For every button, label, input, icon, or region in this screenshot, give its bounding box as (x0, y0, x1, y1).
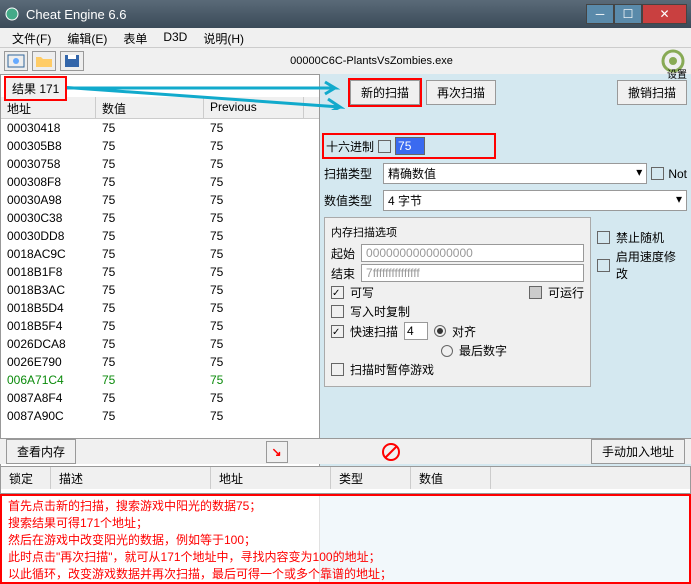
bottom-toolbar: 查看内存 ↘ 手动加入地址 (0, 438, 691, 464)
undo-scan-button[interactable]: 撤销扫描 (617, 80, 687, 105)
cow-checkbox[interactable] (331, 305, 344, 318)
col-addr2[interactable]: 地址 (211, 467, 331, 489)
results-count: 结果 171 (4, 76, 67, 101)
table-row[interactable]: 0018B1F87575 (1, 263, 319, 281)
table-row[interactable]: 000307587575 (1, 155, 319, 173)
save-button[interactable] (60, 51, 84, 71)
pause-label: 扫描时暂停游戏 (350, 361, 434, 378)
table-row[interactable]: 0018B5D47575 (1, 299, 319, 317)
end-label: 结束 (331, 265, 355, 282)
fastscan-checkbox[interactable] (331, 325, 344, 338)
table-row[interactable]: 00030C387575 (1, 209, 319, 227)
norandom-checkbox[interactable] (597, 231, 610, 244)
menu-edit[interactable]: 编辑(E) (59, 28, 115, 47)
norandom-label: 禁止随机 (616, 229, 664, 246)
col-lock[interactable]: 锁定 (1, 467, 51, 489)
table-row[interactable]: 000304187575 (1, 119, 319, 137)
window-title: Cheat Engine 6.6 (26, 7, 586, 22)
scan-value-input[interactable] (395, 137, 425, 155)
open-process-button[interactable] (4, 51, 28, 71)
toolbar: 00000C6C-PlantsVsZombies.exe (0, 48, 691, 74)
annotation-arrow-2 (60, 85, 345, 110)
close-button[interactable]: ✕ (642, 4, 687, 24)
menu-help[interactable]: 说明(H) (195, 28, 252, 47)
executable-label: 可运行 (548, 284, 584, 301)
writable-label: 可写 (350, 284, 374, 301)
col-value2[interactable]: 数值 (411, 467, 491, 489)
memory-scan-options: 内存扫描选项 起始 结束 可写 可运行 写入时复制 快速扫描 对齐 最后数字 扫… (324, 217, 591, 387)
executable-checkbox[interactable] (529, 286, 542, 299)
table-row[interactable]: 000308F87575 (1, 173, 319, 191)
chevron-down-icon: ▾ (636, 165, 642, 182)
pause-checkbox[interactable] (331, 363, 344, 376)
align-radio[interactable] (434, 325, 446, 337)
app-icon (4, 6, 20, 22)
speedhack-label: 启用速度修改 (616, 248, 687, 282)
titlebar: Cheat Engine 6.6 ─ ☐ ✕ (0, 0, 691, 28)
annotation-text: 首先点击新的扫描，搜索游戏中阳光的数据75； 搜索结果可得171个地址； 然后在… (0, 494, 691, 584)
add-address-icon[interactable]: ↘ (266, 441, 288, 463)
view-memory-button[interactable]: 查看内存 (6, 439, 76, 464)
table-row[interactable]: 0087A8F47575 (1, 389, 319, 407)
minimize-button[interactable]: ─ (586, 4, 614, 24)
lastdigit-label: 最后数字 (459, 342, 507, 359)
col-desc[interactable]: 描述 (51, 467, 211, 489)
cow-label: 写入时复制 (350, 303, 410, 320)
add-manual-button[interactable]: 手动加入地址 (591, 439, 685, 464)
speedhack-checkbox[interactable] (597, 259, 610, 272)
fastscan-value[interactable] (404, 322, 428, 340)
menu-file[interactable]: 文件(F) (4, 28, 59, 47)
process-name: 00000C6C-PlantsVsZombies.exe (88, 55, 655, 67)
table-row[interactable]: 00030A987575 (1, 191, 319, 209)
menubar: 文件(F) 编辑(E) 表单 D3D 说明(H) (0, 28, 691, 48)
fastscan-label: 快速扫描 (350, 323, 398, 340)
table-row[interactable]: 0018B3AC7575 (1, 281, 319, 299)
new-scan-button[interactable]: 新的扫描 (350, 80, 420, 105)
table-row[interactable]: 0018AC9C7575 (1, 245, 319, 263)
open-file-button[interactable] (32, 51, 56, 71)
menu-table[interactable]: 表单 (115, 28, 155, 47)
table-row[interactable]: 000305B87575 (1, 137, 319, 155)
table-row[interactable]: 00030DD87575 (1, 227, 319, 245)
table-row[interactable]: 0018B5F47575 (1, 317, 319, 335)
scantype-select[interactable]: 精确数值▾ (383, 163, 647, 184)
col-type[interactable]: 类型 (331, 467, 411, 489)
value-input-group: 十六进制 (324, 135, 494, 157)
lastdigit-radio[interactable] (441, 345, 453, 357)
valtype-label: 数值类型 (324, 192, 379, 209)
memopt-title: 内存扫描选项 (331, 224, 584, 240)
valtype-select[interactable]: 4 字节▾ (383, 190, 687, 211)
table-row[interactable]: 0026DCA87575 (1, 335, 319, 353)
scantype-label: 扫描类型 (324, 165, 379, 182)
not-label: Not (668, 167, 687, 181)
start-input[interactable] (361, 244, 584, 262)
align-label: 对齐 (452, 323, 476, 340)
end-input[interactable] (361, 264, 584, 282)
next-scan-button[interactable]: 再次扫描 (426, 80, 496, 105)
no-sign-icon[interactable] (380, 441, 402, 463)
chevron-down-icon: ▾ (676, 192, 682, 209)
table-row[interactable]: 006A71C47575 (1, 371, 319, 389)
maximize-button[interactable]: ☐ (614, 4, 642, 24)
hex-label: 十六进制 (326, 138, 374, 155)
start-label: 起始 (331, 245, 355, 262)
table-row[interactable]: 0026E7907575 (1, 353, 319, 371)
address-table: 锁定 描述 地址 类型 数值 (0, 466, 691, 494)
not-checkbox[interactable] (651, 167, 664, 180)
hex-checkbox[interactable] (378, 140, 391, 153)
table-row[interactable]: 0087A90C7575 (1, 407, 319, 425)
writable-checkbox[interactable] (331, 286, 344, 299)
menu-d3d[interactable]: D3D (155, 28, 195, 47)
